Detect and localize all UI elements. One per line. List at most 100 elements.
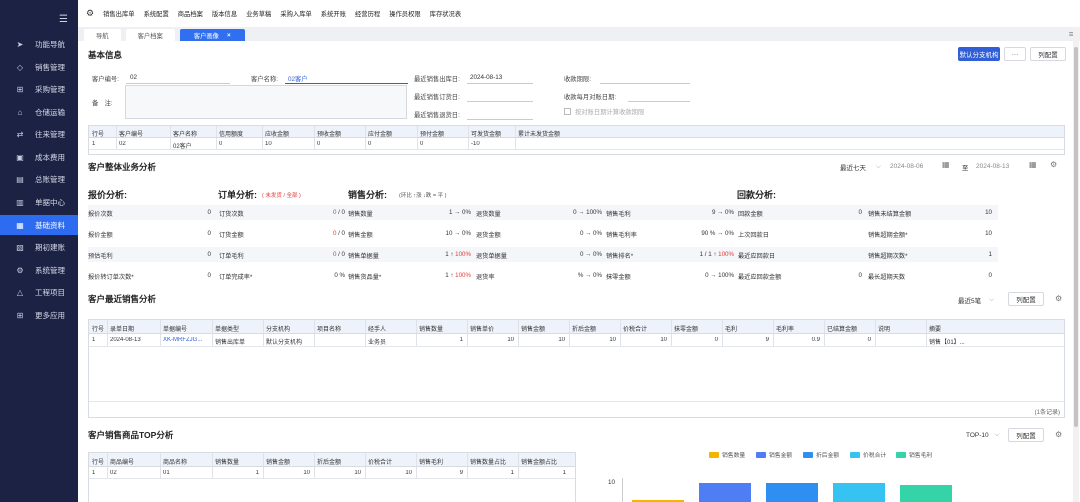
sidebar-item[interactable]: △ 工程项目 (0, 282, 78, 302)
sidebar-item[interactable]: ◇ 销售管理 (0, 57, 78, 77)
chart-bar[interactable] (833, 483, 885, 502)
default-branch-button[interactable]: 默认分支机构 (958, 47, 1000, 61)
customer-name-value[interactable]: 02客户 (288, 74, 308, 83)
legend-item[interactable]: 销售毛利 (896, 450, 932, 459)
scrollbar-thumb[interactable] (1074, 47, 1078, 427)
range-select[interactable]: 最近七天 ⌵ (840, 162, 881, 172)
tab-customer-portrait[interactable]: 客户画像 × (179, 29, 245, 41)
legend-item[interactable]: 销售金额 (756, 450, 792, 459)
column-header[interactable]: 客户名称 (173, 129, 197, 138)
chart-bar[interactable] (766, 483, 818, 502)
table-row[interactable]: 1 02 01 1 10 10 10 9 1 1 (89, 467, 575, 479)
column-header[interactable]: 销售金额占比 (521, 457, 557, 466)
sidebar-item[interactable]: ▥ 单据中心 (0, 192, 78, 212)
column-header[interactable]: 说明 (878, 324, 890, 333)
column-header[interactable]: 价税合计 (368, 457, 392, 466)
column-header[interactable]: 累计未发货金额 (518, 129, 560, 138)
column-header[interactable]: 销售数量 (419, 324, 443, 333)
column-header[interactable]: 行号 (92, 324, 104, 333)
top-menu-item[interactable]: 业务草稿 (246, 9, 271, 18)
column-header[interactable]: 应付金额 (368, 129, 392, 138)
column-header[interactable]: 销售毛利 (419, 457, 443, 466)
column-header[interactable]: 折后金额 (572, 324, 596, 333)
scrollbar[interactable] (1073, 27, 1079, 502)
column-header[interactable]: 毛利率 (776, 324, 794, 333)
sidebar-item[interactable]: ⌂ 仓储运输 (0, 102, 78, 122)
calendar-icon[interactable]: ▦ (942, 160, 950, 169)
sidebar-item[interactable]: ⊞ 采购管理 (0, 79, 78, 99)
table-row[interactable]: 1 02 02客户 0 10 0 0 0 -10 (89, 138, 1064, 150)
column-header[interactable]: 销售金额 (521, 324, 545, 333)
top-menu-item[interactable]: 操作员权限 (389, 9, 420, 18)
sidebar-item[interactable]: ⚙ 系统管理 (0, 260, 78, 280)
column-header[interactable]: 单据类型 (215, 324, 239, 333)
sidebar-item[interactable]: ▦ 基础资料 (0, 215, 78, 235)
memo-textarea[interactable] (125, 85, 407, 119)
column-config-button[interactable]: 列配置 (1030, 47, 1066, 61)
gear-icon[interactable]: ⚙ (1055, 430, 1062, 439)
legend-item[interactable]: 销售数量 (709, 450, 745, 459)
column-header[interactable]: 毛利 (725, 324, 737, 333)
sidebar-item[interactable]: ▧ 期初建账 (0, 237, 78, 257)
column-header[interactable]: 销售数量 (215, 457, 239, 466)
tab-navigation[interactable]: 导航 (84, 29, 121, 41)
column-header[interactable]: 商品名称 (163, 457, 187, 466)
sidebar-item[interactable]: ▣ 成本费用 (0, 147, 78, 167)
top-menu-item[interactable]: 采购入库单 (280, 9, 311, 18)
column-header[interactable]: 项目名称 (317, 324, 341, 333)
gear-icon[interactable]: ⚙ (1055, 294, 1062, 303)
recent-count-select[interactable]: 最近5笔 ⌵ (958, 295, 994, 305)
top-menu-item[interactable]: 系统配置 (144, 9, 169, 18)
sidebar-item[interactable]: ➤ 功能导航 (0, 34, 78, 54)
column-config-button[interactable]: 列配置 (1008, 428, 1044, 442)
column-header[interactable]: 抹零金额 (674, 324, 698, 333)
legend-item[interactable]: 折后金额 (803, 450, 839, 459)
gear-icon[interactable]: ⚙ (1050, 160, 1057, 169)
column-header[interactable]: 销售数量占比 (470, 457, 506, 466)
more-button[interactable]: ··· (1004, 47, 1026, 61)
column-header[interactable]: 销售金额 (266, 457, 290, 466)
column-header[interactable]: 已结算金额 (827, 324, 857, 333)
close-icon[interactable]: × (227, 32, 231, 39)
column-header[interactable]: 分支机构 (266, 324, 290, 333)
top-menu-item[interactable]: 库存状况表 (430, 9, 461, 18)
column-header[interactable]: 单据编号 (163, 324, 187, 333)
column-header[interactable]: 行号 (92, 129, 104, 138)
column-header[interactable]: 信用额度 (219, 129, 243, 138)
column-header[interactable]: 应收金额 (265, 129, 289, 138)
sidebar-item[interactable]: ▤ 总账管理 (0, 169, 78, 189)
column-header[interactable]: 商品编号 (110, 457, 134, 466)
chart-bar[interactable] (699, 483, 751, 502)
calendar-icon[interactable]: ▦ (1029, 160, 1037, 169)
column-config-button[interactable]: 列配置 (1008, 292, 1044, 306)
checkbox-icon[interactable] (564, 108, 571, 115)
column-header[interactable]: 录单日期 (110, 324, 134, 333)
top-count-select[interactable]: TOP-10 ⌵ (966, 431, 1000, 439)
tab-customer-archive[interactable]: 客户档案 (125, 29, 175, 41)
date-to-input[interactable]: 2024-08-13 (976, 163, 1009, 170)
top-menu-item[interactable]: 系统开账 (321, 9, 346, 18)
hamburger-icon[interactable]: ☰ (59, 14, 68, 25)
legend-item[interactable]: 价税合计 (850, 450, 886, 459)
column-header[interactable]: 摘要 (929, 324, 941, 333)
chart-bar[interactable] (900, 484, 952, 502)
date-from-input[interactable]: 2024-08-06 (890, 163, 923, 170)
sidebar-item[interactable]: ⇄ 往来管理 (0, 124, 78, 144)
column-header[interactable]: 折后金额 (317, 457, 341, 466)
sidebar-item[interactable]: ⊞ 更多应用 (0, 305, 78, 325)
top-menu-item[interactable]: 版本信息 (212, 9, 237, 18)
table-row[interactable]: 1 2024-08-13 XK-MRFZJG... 销售出库单 默认分支机构 业务员 1 10… (89, 334, 1064, 347)
top-menu-item[interactable]: 商品档案 (178, 9, 203, 18)
top-menu-item[interactable]: 销售出库单 (103, 9, 134, 18)
gear-icon[interactable]: ⚙ (86, 8, 94, 19)
column-header[interactable]: 经手人 (368, 324, 386, 333)
column-header[interactable]: 行号 (92, 457, 104, 466)
column-header[interactable]: 预付金额 (420, 129, 444, 138)
column-header[interactable]: 价税合计 (623, 324, 647, 333)
calc-by-date-checkbox[interactable]: 按对账日期计算收款期限 (564, 107, 644, 116)
column-header[interactable]: 客户编号 (119, 129, 143, 138)
column-header[interactable]: 销售单价 (470, 324, 494, 333)
top-menu-item[interactable]: 经营历程 (355, 9, 380, 18)
column-header[interactable]: 预收金额 (317, 129, 341, 138)
column-header[interactable]: 可发货金额 (471, 129, 501, 138)
